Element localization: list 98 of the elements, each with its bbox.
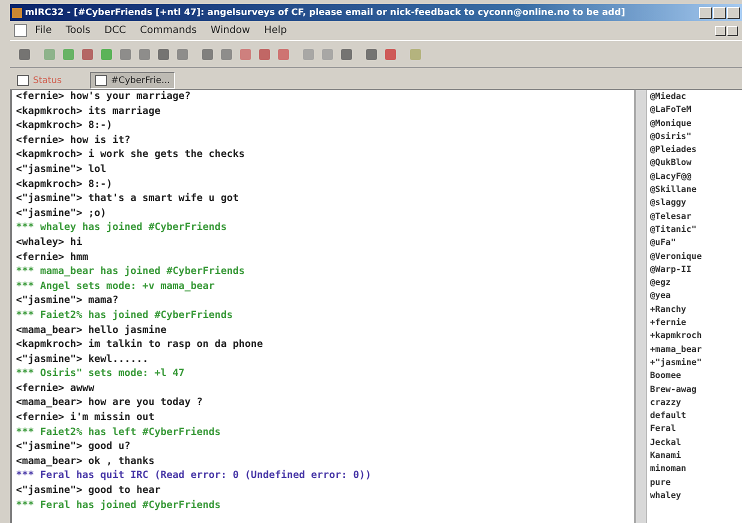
nick-item[interactable]: +kapmkroch [650, 330, 742, 344]
toolbar-icon[interactable] [98, 46, 114, 62]
menu-item[interactable]: Tools [66, 25, 90, 36]
chat-line: *** Faiet2% has left #CyberFriends [16, 426, 222, 440]
maximize-button[interactable] [713, 6, 726, 18]
toolbar-icon[interactable] [41, 46, 57, 62]
toolbar-icon[interactable] [155, 46, 171, 62]
toolbar-icon[interactable] [256, 46, 272, 62]
nick-item[interactable]: whaley [650, 490, 742, 504]
chat-line: <"jasmine"> ;o) [16, 206, 108, 221]
nick-item[interactable]: @egz [650, 277, 742, 290]
toolbar-icon[interactable] [382, 46, 398, 62]
document-icon [14, 24, 27, 37]
chat-line: <"jasmine"> lol [16, 162, 108, 177]
chat-line: *** Faiet2% has joined #CyberFriends [16, 308, 234, 323]
chat-line: <fernie> how is it? [16, 134, 132, 148]
chat-line: <kapmkroch> 8:-) [16, 178, 114, 192]
chat-line: *** Angel sets mode: +v mama_bear [16, 280, 216, 294]
chat-line: *** Osiris" sets mode: +l 47 [16, 367, 186, 382]
nick-item[interactable]: @slaggy [650, 197, 742, 211]
menu-item[interactable]: DCC [104, 25, 126, 36]
nick-item[interactable]: @LaFoTeM [650, 104, 742, 118]
toolbar-icon[interactable] [218, 46, 234, 62]
window-icon [95, 75, 107, 86]
nick-item[interactable]: @Titanic" [650, 224, 742, 238]
nick-item[interactable]: @Monique [650, 118, 742, 131]
chat-line: <"jasmine"> that's a smart wife u got [16, 192, 240, 206]
chat-line: <"jasmine"> good to hear [16, 484, 162, 498]
chat-line: *** Feral has joined #CyberFriends [16, 498, 222, 513]
toolbar-icon[interactable] [237, 46, 253, 62]
chat-line: <mama_bear> how are you today ? [16, 396, 204, 410]
chat-line: <kapmkroch> i work she gets the checks [16, 148, 246, 162]
toolbar-icon[interactable] [174, 46, 190, 62]
close-button[interactable] [727, 6, 740, 18]
nick-item[interactable]: default [650, 410, 742, 424]
nick-item[interactable]: @uFa" [650, 237, 742, 251]
toolbar-icon[interactable] [79, 46, 95, 62]
nick-item[interactable]: Feral [650, 423, 742, 437]
menu-item[interactable]: Help [264, 25, 287, 36]
chat-line: <kapmkroch> im talkin to rasp on da phone [16, 338, 264, 352]
nick-item[interactable]: Boomee [650, 370, 742, 384]
window-icon [17, 75, 29, 86]
window-title: mIRC32 - [#CyberFriends [+ntl 47]: angelsurveys of CF, please email or nick-feedback to cyconn@online.no to be add] [25, 8, 626, 18]
chat-line: *** whaley has joined #CyberFriends [16, 221, 228, 236]
nick-item[interactable]: Jeckal [650, 436, 742, 450]
window-tab[interactable]: #CyberFrie... [90, 72, 175, 89]
menu-item[interactable]: Window [210, 25, 250, 36]
nick-item[interactable]: Brew-awag [650, 384, 742, 397]
nick-item[interactable]: @Osiris" [650, 130, 742, 144]
nick-item[interactable]: +"jasmine" [650, 356, 742, 370]
toolbar-icon[interactable] [338, 46, 354, 62]
chat-line: <mama_bear> hello jasmine [16, 324, 168, 338]
chat-line: <fernie> how's your marriage? [16, 90, 192, 104]
nick-item[interactable]: +Ranchy [650, 304, 742, 318]
chat-line: <"jasmine"> mama? [16, 294, 120, 308]
toolbar-icon[interactable] [117, 46, 133, 62]
chat-line: <kapmkroch> its marriage [16, 104, 162, 119]
chat-line: <fernie> awww [16, 382, 96, 396]
chat-line: <fernie> hmm [16, 250, 90, 265]
chat-line: <fernie> i'm missin out [16, 411, 156, 426]
nick-item[interactable]: @Telesar [650, 210, 742, 224]
toolbar-icon[interactable] [275, 46, 291, 62]
nick-item[interactable]: @yea [650, 290, 742, 304]
toolbar-icon[interactable] [319, 46, 335, 62]
nick-item[interactable]: @Skillane [650, 184, 742, 198]
chat-line: *** Feral has quit IRC (Read error: 0 (Undefined error: 0)) [16, 469, 372, 484]
nick-item[interactable]: +fernie [650, 317, 742, 330]
chat-line: <mama_bear> ok , thanks [16, 454, 156, 469]
toolbar-icon[interactable] [136, 46, 152, 62]
nick-item[interactable]: minoman [650, 463, 742, 477]
nick-item[interactable]: @LacyF@@ [650, 170, 742, 184]
nick-item[interactable]: @Pleiades [650, 144, 742, 158]
nick-item[interactable]: +mama_bear [650, 344, 742, 357]
toolbar-icon[interactable] [407, 46, 423, 62]
chat-line: *** mama_bear has joined #CyberFriends [16, 265, 246, 280]
menu-item[interactable]: Commands [140, 25, 197, 36]
restore-button[interactable] [727, 26, 738, 36]
app-icon [12, 8, 22, 18]
nick-item[interactable]: pure [650, 476, 742, 490]
nick-item[interactable]: crazzy [650, 396, 742, 410]
toolbar-icon[interactable] [16, 46, 32, 62]
toolbar-icon[interactable] [60, 46, 76, 62]
toolbar-icon[interactable] [300, 46, 316, 62]
chat-line: <kapmkroch> 8:-) [16, 119, 114, 134]
nick-item[interactable]: @Veronique [650, 250, 742, 264]
nick-item[interactable]: @Warp-II [650, 264, 742, 278]
toolbar-icon[interactable] [363, 46, 379, 62]
minimize-button[interactable] [699, 6, 712, 18]
nick-item[interactable]: Kanami [650, 450, 742, 464]
toolbar-icon[interactable] [199, 46, 215, 62]
nick-item[interactable]: @Miedac [650, 91, 742, 104]
nick-item[interactable]: @QukBlow [650, 157, 742, 171]
minimize-button[interactable] [715, 26, 726, 36]
chat-line: <whaley> hi [16, 236, 84, 250]
menu-item[interactable]: File [35, 25, 52, 36]
scrollbar[interactable] [636, 90, 647, 523]
chat-line: <"jasmine"> good u? [16, 440, 132, 454]
chat-line: <"jasmine"> kewl...... [16, 352, 150, 367]
